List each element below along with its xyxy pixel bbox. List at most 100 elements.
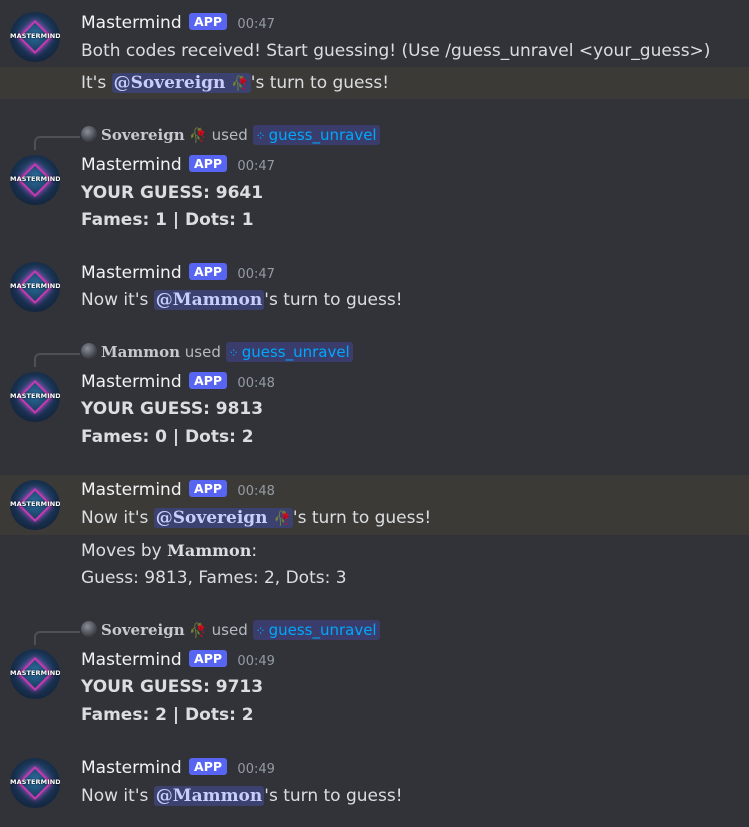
moves-by-line: Moves by Mammon: — [81, 540, 257, 562]
message-header: Mastermind APP 00:47 — [81, 154, 275, 178]
avatar-logo-text: MASTERMIND — [10, 392, 60, 400]
slash-command[interactable]: ⁘ guess_unravel — [225, 342, 353, 362]
timestamp[interactable]: 00:48 — [237, 376, 274, 391]
author-name[interactable]: Mastermind — [81, 372, 182, 392]
slash-command[interactable]: ⁘ guess_unravel — [252, 620, 380, 640]
result-text: Fames: 0 | Dots: 2 — [81, 427, 254, 447]
author-name[interactable]: Mastermind — [81, 263, 182, 283]
message-header: Mastermind APP 00:47 — [81, 262, 275, 286]
turn-suffix: 's turn to guess! — [264, 786, 403, 806]
reply-username[interactable]: Sovereign — [101, 621, 185, 639]
reply-username[interactable]: Mammon — [101, 343, 180, 361]
reply-connector — [34, 353, 80, 367]
turn-message: Now it's @Mammon's turn to guess! — [81, 785, 403, 807]
reply-connector — [34, 631, 80, 645]
slash-command[interactable]: ⁘ guess_unravel — [252, 125, 380, 145]
command-name: guess_unravel — [241, 343, 350, 361]
turn-prefix: Now it's — [81, 786, 154, 806]
timestamp[interactable]: 00:47 — [237, 17, 274, 32]
chat-messages: MASTERMIND Mastermind APP 00:47 Both cod… — [0, 0, 749, 827]
message-header: Mastermind APP 00:48 — [81, 371, 275, 395]
app-badge: APP — [189, 758, 228, 775]
author-name[interactable]: Mastermind — [81, 155, 182, 175]
avatar-logo-text: MASTERMIND — [10, 778, 60, 786]
mastermind-avatar[interactable]: MASTERMIND — [10, 262, 60, 312]
message-header: Mastermind APP 00:49 — [81, 757, 275, 781]
app-badge: APP — [189, 650, 228, 667]
reply-preview[interactable]: Mammon used ⁘ guess_unravel — [81, 342, 353, 362]
user-mention[interactable]: @Mammon — [153, 290, 265, 310]
app-badge: APP — [189, 13, 228, 30]
author-name[interactable]: Mastermind — [81, 13, 182, 33]
moves-detail: Guess: 9813, Fames: 2, Dots: 3 — [81, 568, 347, 588]
user-mention[interactable]: @Sovereign 🥀 — [111, 73, 251, 93]
mention-text: @Sovereign — [113, 73, 226, 93]
reply-username[interactable]: Sovereign — [101, 126, 185, 144]
moves-prefix: Moves by — [81, 541, 168, 561]
slash-command-icon: ⁘ — [228, 346, 239, 360]
user-mention[interactable]: @Mammon — [153, 786, 265, 806]
author-name[interactable]: Mastermind — [81, 650, 182, 670]
turn-message: It's @Sovereign 🥀's turn to guess! — [81, 72, 389, 95]
message-header: Mastermind APP 00:48 — [81, 479, 275, 503]
guess-text: YOUR GUESS: 9713 — [81, 677, 264, 697]
result-text: Fames: 1 | Dots: 1 — [81, 210, 254, 230]
app-badge: APP — [189, 372, 228, 389]
user-mini-avatar — [81, 621, 97, 637]
moves-suffix: : — [251, 541, 258, 561]
mastermind-avatar[interactable]: MASTERMIND — [10, 758, 60, 808]
timestamp[interactable]: 00:47 — [237, 159, 274, 174]
mastermind-avatar[interactable]: MASTERMIND — [10, 649, 60, 699]
command-name: guess_unravel — [268, 621, 377, 639]
turn-prefix: Now it's — [81, 508, 154, 528]
user-mini-avatar — [81, 126, 97, 142]
avatar-logo-text: MASTERMIND — [10, 32, 60, 40]
reply-preview[interactable]: Sovereign 🥀 used ⁘ guess_unravel — [81, 620, 380, 641]
mastermind-avatar[interactable]: MASTERMIND — [10, 155, 60, 205]
reply-used-text: used — [211, 126, 248, 144]
turn-suffix: 's turn to guess! — [292, 508, 432, 528]
mention-text: @Sovereign — [155, 508, 268, 528]
turn-message: Now it's @Mammon's turn to guess! — [81, 289, 403, 311]
message-header: Mastermind APP 00:49 — [81, 649, 275, 673]
avatar-logo-text: MASTERMIND — [10, 669, 60, 677]
moves-username: Mammon — [167, 541, 252, 560]
timestamp[interactable]: 00:49 — [237, 654, 274, 669]
message-text: Both codes received! Start guessing! (Us… — [81, 41, 711, 61]
timestamp[interactable]: 00:48 — [237, 484, 274, 499]
slash-command-icon: ⁘ — [255, 624, 266, 638]
avatar-logo-text: MASTERMIND — [10, 500, 60, 508]
rose-icon: 🥀 — [189, 623, 207, 639]
avatar-logo-text: MASTERMIND — [10, 282, 60, 290]
turn-message: Now it's @Sovereign 🥀's turn to guess! — [81, 507, 431, 530]
avatar-logo-text: MASTERMIND — [10, 175, 60, 183]
mastermind-avatar[interactable]: MASTERMIND — [10, 372, 60, 422]
turn-suffix: 's turn to guess! — [264, 290, 403, 310]
reply-used-text: used — [184, 343, 221, 361]
rose-icon: 🥀 — [189, 128, 207, 144]
user-mini-avatar — [81, 343, 97, 359]
reply-preview[interactable]: Sovereign 🥀 used ⁘ guess_unravel — [81, 125, 380, 146]
timestamp[interactable]: 00:47 — [237, 267, 274, 282]
author-name[interactable]: Mastermind — [81, 480, 182, 500]
app-badge: APP — [189, 155, 228, 172]
reply-used-text: used — [211, 621, 248, 639]
guess-text: YOUR GUESS: 9813 — [81, 399, 264, 419]
rose-icon: 🥀 — [273, 511, 291, 527]
timestamp[interactable]: 00:49 — [237, 762, 274, 777]
result-text: Fames: 2 | Dots: 2 — [81, 705, 254, 725]
mastermind-avatar[interactable]: MASTERMIND — [10, 12, 60, 62]
user-mention[interactable]: @Sovereign 🥀 — [153, 508, 293, 528]
command-name: guess_unravel — [268, 126, 377, 144]
app-badge: APP — [189, 480, 228, 497]
app-badge: APP — [189, 263, 228, 280]
turn-prefix: Now it's — [81, 290, 154, 310]
slash-command-icon: ⁘ — [255, 129, 266, 143]
turn-suffix: 's turn to guess! — [250, 73, 390, 93]
guess-text: YOUR GUESS: 9641 — [81, 183, 264, 203]
rose-icon: 🥀 — [231, 76, 249, 92]
mastermind-avatar[interactable]: MASTERMIND — [10, 480, 60, 530]
message-header: Mastermind APP 00:47 — [81, 12, 275, 36]
author-name[interactable]: Mastermind — [81, 758, 182, 778]
reply-connector — [34, 136, 80, 150]
